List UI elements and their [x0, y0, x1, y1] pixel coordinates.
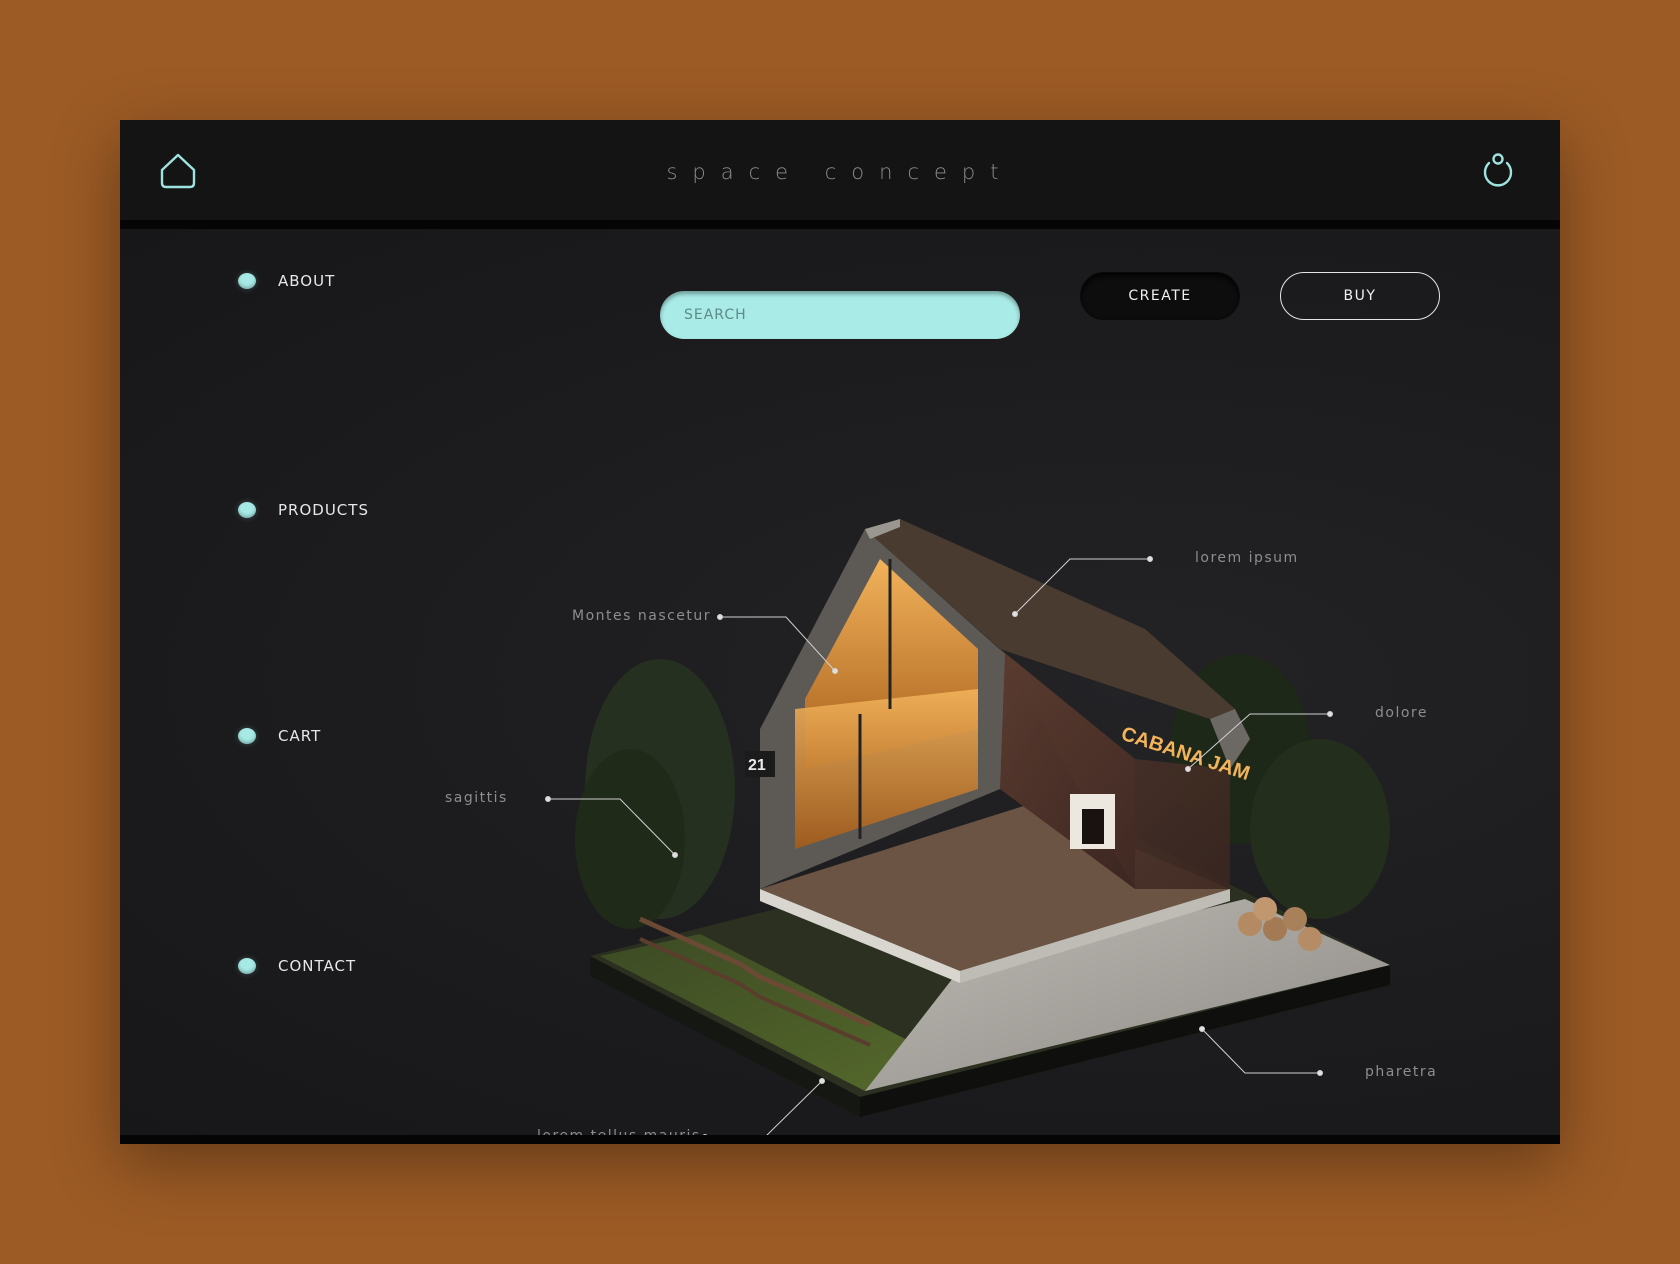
- nav-dot-icon: [238, 728, 256, 744]
- nav-item-cart[interactable]: CART: [238, 727, 321, 745]
- nav-label: ABOUT: [278, 272, 336, 290]
- nav-dot-icon: [238, 273, 256, 289]
- house-number: 21: [748, 757, 766, 774]
- nav-label: CONTACT: [278, 957, 357, 975]
- search-input[interactable]: [660, 291, 1020, 339]
- create-button[interactable]: CREATE: [1080, 272, 1240, 320]
- buy-button[interactable]: BUY: [1280, 272, 1440, 320]
- top-bar: space concept: [120, 120, 1560, 229]
- nav-dot-icon: [238, 502, 256, 518]
- nav-dot-icon: [238, 958, 256, 974]
- nav-item-contact[interactable]: CONTACT: [238, 957, 356, 975]
- brand-title: space concept: [666, 160, 1014, 184]
- callout-montes-nascetur: Montes nascetur: [572, 608, 712, 624]
- callout-pharetra: pharetra: [1365, 1064, 1438, 1080]
- power-icon[interactable]: [1478, 150, 1518, 190]
- callout-lorem-ipsum: lorem ipsum: [1195, 550, 1299, 566]
- callout-dolore: dolore: [1375, 705, 1428, 721]
- nav-label: CART: [278, 727, 322, 745]
- bottom-strip: [120, 1135, 1560, 1144]
- nav-item-products[interactable]: PRODUCTS: [238, 501, 369, 519]
- callout-sagittis: sagittis: [445, 790, 508, 806]
- nav-item-about[interactable]: ABOUT: [238, 272, 335, 290]
- cabin-illustration: CABANA JAM 21: [545, 519, 1390, 1135]
- app-window: space concept CABANA JAM 21 ABOUT PRODUC…: [120, 120, 1560, 1144]
- nav-label: PRODUCTS: [278, 501, 369, 519]
